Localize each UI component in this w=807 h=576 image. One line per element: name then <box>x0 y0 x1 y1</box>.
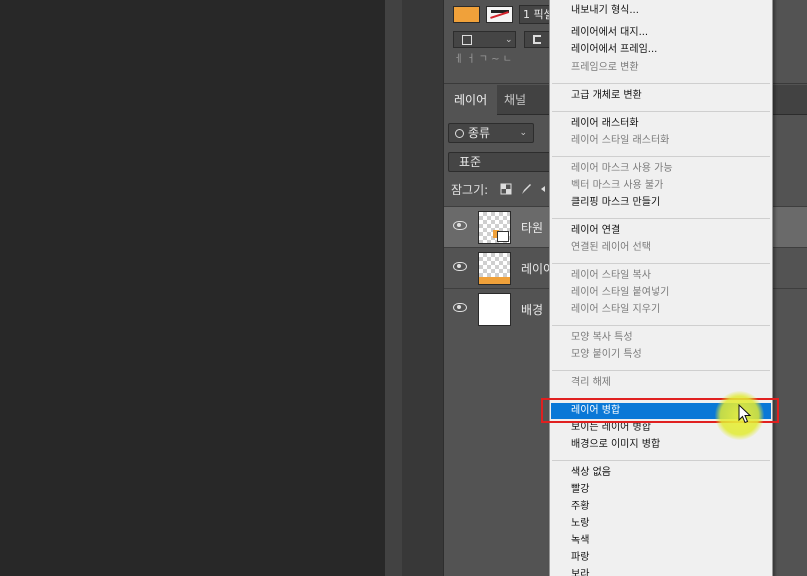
menu-separator <box>552 111 770 112</box>
menu-item-color-violet[interactable]: 보라 <box>551 567 771 576</box>
layer-kind-filter[interactable]: 종류 ⌄ <box>448 123 534 143</box>
menu-item-color-none[interactable]: 색상 없음 <box>551 465 771 481</box>
menu-item-release-from-isolation: 격리 해제 <box>571 377 611 388</box>
menu-item-enable-layer-mask: 레이어 마스크 사용 가능 <box>571 163 673 174</box>
thumbnail-fill <box>479 277 510 284</box>
shape-layer-icon <box>497 231 509 242</box>
panel-dock-gap <box>402 0 443 576</box>
lock-label: 잠그기: <box>451 183 489 197</box>
menu-item-color-red[interactable]: 빨강 <box>551 482 771 498</box>
menu-item-link-layers[interactable]: 레이어 연결 <box>551 223 771 239</box>
menu-item-disable-vector-mask: 벡터 마스크 사용 불가 <box>571 180 664 191</box>
layer-thumbnail <box>478 252 511 285</box>
menu-separator <box>552 370 770 371</box>
menu-separator <box>552 83 770 84</box>
menu-item-color-green[interactable]: 녹색 <box>551 533 771 549</box>
menu-item-artboard-from-layers[interactable]: 레이어에서 대지... <box>551 25 771 41</box>
menu-separator <box>552 218 770 219</box>
layer-thumbnail <box>478 293 511 326</box>
lock-transparent-pixels-icon[interactable] <box>500 183 512 195</box>
mouse-cursor-icon <box>738 404 752 424</box>
menu-separator <box>552 460 770 461</box>
menu-item-convert-to-smart-object[interactable]: 고급 개체로 변환 <box>551 88 771 104</box>
stroke-align-dropdown[interactable]: ⌄ <box>453 31 516 48</box>
search-icon <box>455 129 464 138</box>
menu-item-paste-shape-attributes: 모양 붙이기 특성 <box>571 349 642 360</box>
menu-item-rasterize-layer[interactable]: 레이어 래스터화 <box>551 116 771 132</box>
menu-item-clear-layer-style: 레이어 스타일 지우기 <box>571 304 661 315</box>
menu-item-frame-from-layers[interactable]: 레이어에서 프레임... <box>551 42 771 58</box>
chevron-down-icon: ⌄ <box>505 35 513 45</box>
lock-image-pixels-icon[interactable] <box>520 183 532 195</box>
menu-item-convert-to-frame: 프레임으로 변환 <box>571 62 639 73</box>
stroke-align-icon <box>462 35 472 45</box>
menu-item-copy-layer-style: 레이어 스타일 복사 <box>571 270 651 281</box>
tab-layers[interactable]: 레이어 <box>444 85 498 115</box>
stroke-color-swatch[interactable] <box>486 6 513 23</box>
stroke-cap-icon <box>533 35 541 44</box>
menu-item-color-blue[interactable]: 파랑 <box>551 550 771 566</box>
menu-item-create-clipping-mask[interactable]: 클리핑 마스크 만들기 <box>551 195 771 211</box>
eye-icon[interactable] <box>453 262 467 271</box>
properties-faint-label: ㅔ ㅓ ㄱ ~ ㄴ <box>454 54 512 65</box>
menu-item-color-orange[interactable]: 주황 <box>551 499 771 515</box>
menu-separator <box>552 325 770 326</box>
layer-thumbnail <box>478 211 511 244</box>
menu-item-export-as[interactable]: 내보내기 형식... <box>551 3 771 19</box>
menu-separator <box>552 156 770 157</box>
eye-icon[interactable] <box>453 221 467 230</box>
layer-name[interactable]: 타원 <box>521 219 543 236</box>
document-canvas[interactable] <box>0 0 385 576</box>
layer-name[interactable]: 배경 <box>521 301 543 318</box>
menu-item-color-yellow[interactable]: 노랑 <box>551 516 771 532</box>
tab-channels[interactable]: 채널 <box>494 85 536 115</box>
chevron-down-icon: ⌄ <box>519 128 527 138</box>
menu-separator <box>552 263 770 264</box>
layer-context-menu: 내보내기 형식... 레이어에서 대지... 레이어에서 프레임... 프레임으… <box>549 0 773 576</box>
filter-kind-label: 종류 <box>468 126 491 140</box>
menu-item-rasterize-layer-style: 레이어 스타일 래스터화 <box>571 135 670 146</box>
menu-item-select-linked-layers: 연결된 레이어 선택 <box>571 242 651 253</box>
panel-dock-edge <box>385 0 402 576</box>
menu-item-paste-layer-style: 레이어 스타일 붙여넣기 <box>571 287 670 298</box>
fill-color-swatch[interactable] <box>453 6 480 23</box>
eye-icon[interactable] <box>453 303 467 312</box>
menu-item-copy-shape-attributes: 모양 복사 특성 <box>571 332 633 343</box>
